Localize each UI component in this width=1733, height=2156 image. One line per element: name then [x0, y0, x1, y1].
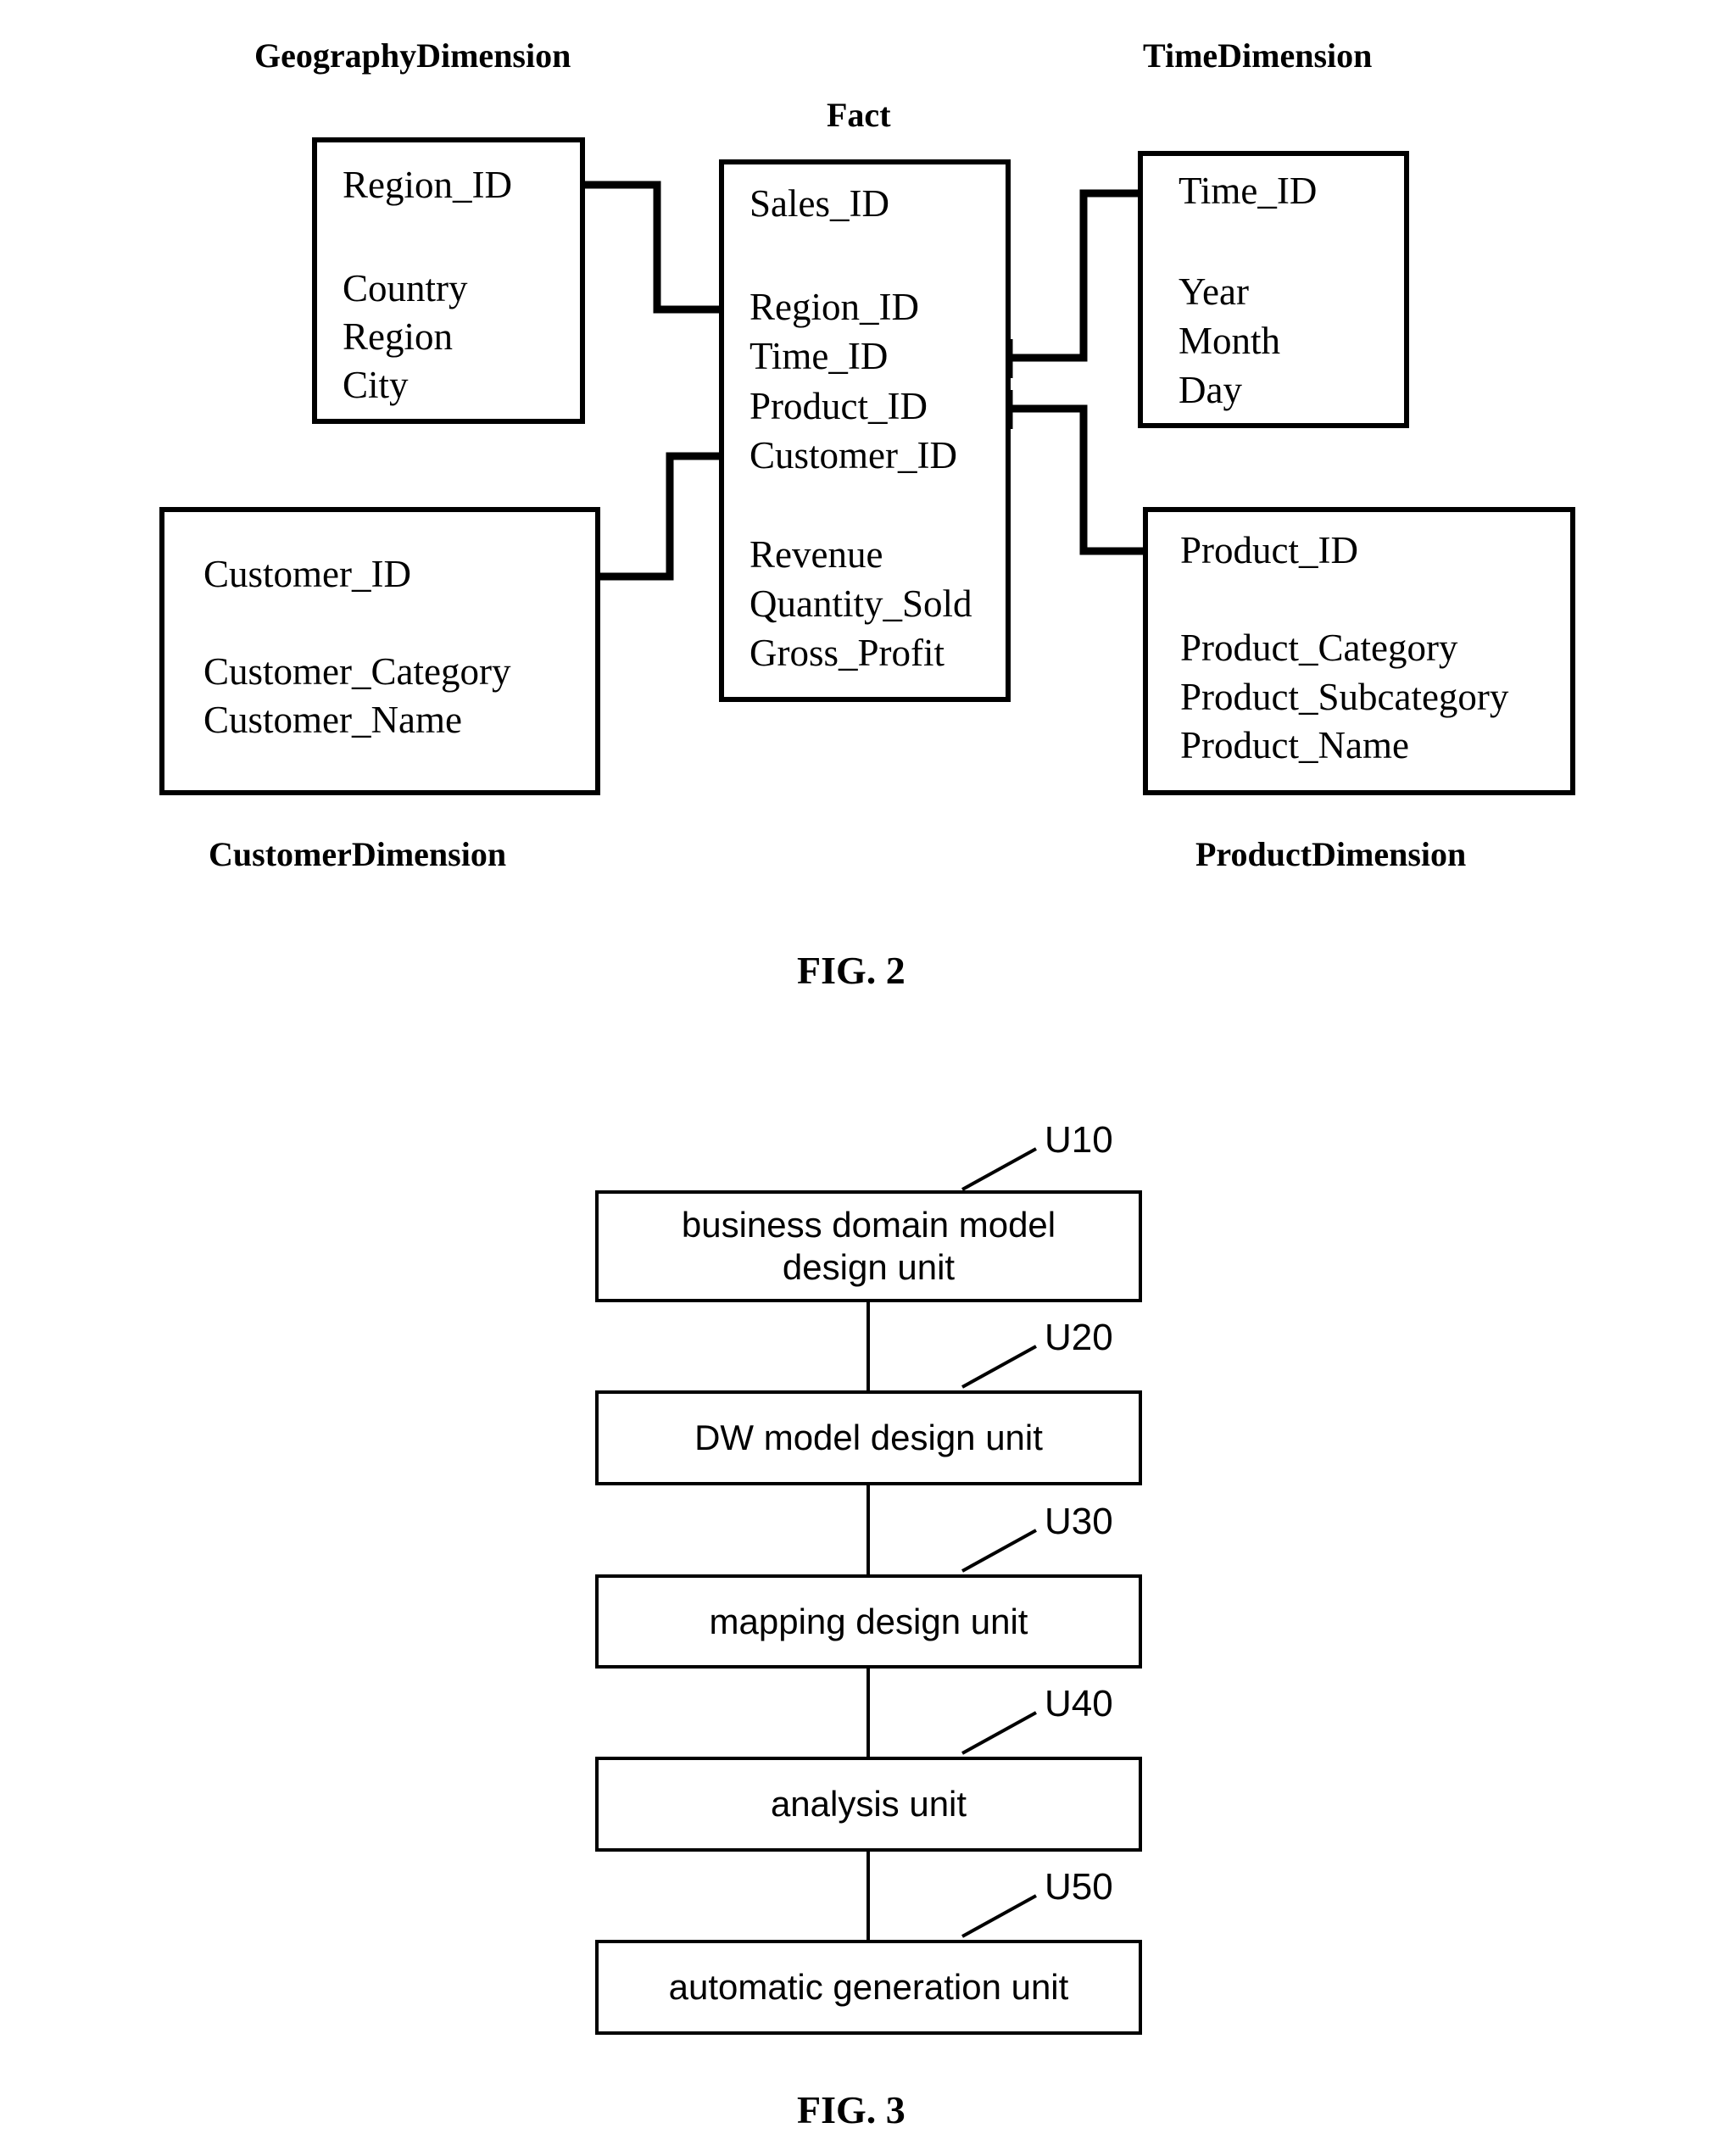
leader-u10	[961, 1147, 1037, 1191]
flow-box-u30[interactable]: mapping design unit	[595, 1574, 1142, 1669]
flow-box-u10[interactable]: business domain model design unit	[595, 1190, 1142, 1302]
product-attr-product-id: Product_ID	[1180, 529, 1358, 571]
geography-attr-country: Country	[343, 267, 468, 309]
fig2-caption: FIG. 2	[797, 949, 906, 992]
geography-attr-region: Region	[343, 315, 453, 358]
flow-box-u10-line1: business domain model	[681, 1205, 1056, 1245]
ref-label-u20: U20	[1045, 1317, 1113, 1358]
flow-box-u50[interactable]: automatic generation unit	[595, 1940, 1142, 2035]
fact-attr-region-id: Region_ID	[749, 286, 919, 328]
fact-attr-quantity-sold: Quantity_Sold	[749, 582, 972, 625]
flow-box-u30-line1: mapping design unit	[709, 1601, 1028, 1641]
leader-u50	[961, 1894, 1037, 1938]
geography-dimension-title: GeographyDimension	[254, 36, 571, 75]
leader-u30	[961, 1529, 1037, 1573]
time-attr-year: Year	[1179, 270, 1249, 313]
leader-u20	[961, 1345, 1037, 1389]
ref-label-u10: U10	[1045, 1119, 1113, 1161]
link-product	[1005, 404, 1163, 555]
fact-title: Fact	[827, 96, 891, 134]
product-attr-product-name: Product_Name	[1180, 724, 1409, 766]
fact-attr-product-id: Product_ID	[749, 385, 928, 427]
product-attr-product-subcategory: Product_Subcategory	[1180, 676, 1509, 718]
fact-attr-revenue: Revenue	[749, 533, 883, 576]
geography-attr-region-id: Region_ID	[343, 164, 512, 206]
fig3-caption: FIG. 3	[797, 2088, 906, 2131]
customer-attr-customer-id: Customer_ID	[203, 553, 411, 595]
fact-attr-gross-profit: Gross_Profit	[749, 632, 945, 674]
time-attr-month: Month	[1179, 320, 1281, 362]
product-attr-product-category: Product_Category	[1180, 627, 1458, 669]
time-attr-day: Day	[1179, 369, 1242, 411]
customer-attr-customer-category: Customer_Category	[203, 650, 511, 693]
leader-u40	[961, 1711, 1037, 1755]
flow-box-u40-line1: analysis unit	[770, 1784, 967, 1825]
customer-dimension-title: CustomerDimension	[209, 835, 507, 873]
customer-attr-customer-name: Customer_Name	[203, 699, 462, 741]
flow-box-u50-line1: automatic generation unit	[668, 1967, 1069, 2008]
ref-label-u30: U30	[1045, 1501, 1113, 1542]
ref-label-u40: U40	[1045, 1683, 1113, 1724]
fact-attr-time-id: Time_ID	[749, 335, 889, 377]
flow-box-u40[interactable]: analysis unit	[595, 1757, 1142, 1852]
flow-box-u20-line1: DW model design unit	[694, 1418, 1043, 1458]
time-dimension-title: TimeDimension	[1143, 36, 1373, 75]
ref-label-u50: U50	[1045, 1866, 1113, 1908]
geography-attr-city: City	[343, 364, 409, 406]
fact-attr-customer-id: Customer_ID	[749, 434, 957, 476]
fact-attr-sales-id: Sales_ID	[749, 182, 889, 225]
product-dimension-title: ProductDimension	[1195, 835, 1467, 873]
time-attr-time-id: Time_ID	[1179, 170, 1318, 212]
patent-figure-sheet: GeographyDimension Region_ID Country Reg…	[0, 0, 1733, 2156]
flow-box-u20[interactable]: DW model design unit	[595, 1390, 1142, 1485]
flow-box-u10-line2: design unit	[782, 1247, 956, 1287]
